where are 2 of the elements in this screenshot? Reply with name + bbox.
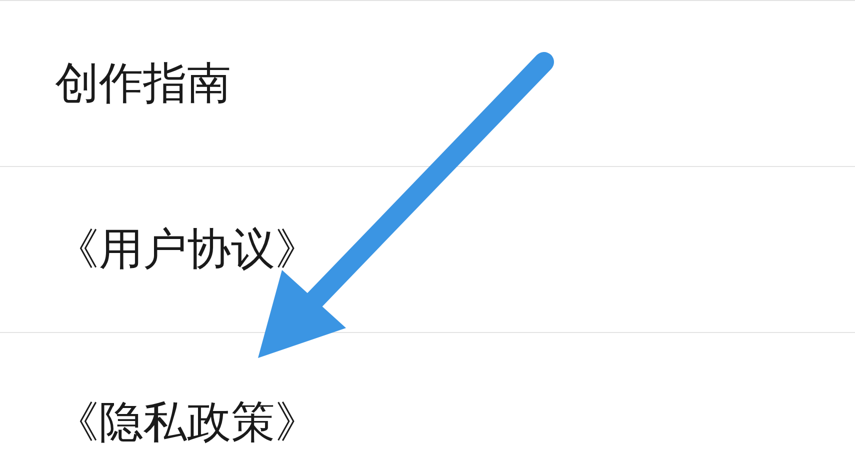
menu-item[interactable]: 创作指南 (0, 1, 855, 167)
menu-item[interactable]: 《隐私政策》 (0, 333, 855, 451)
